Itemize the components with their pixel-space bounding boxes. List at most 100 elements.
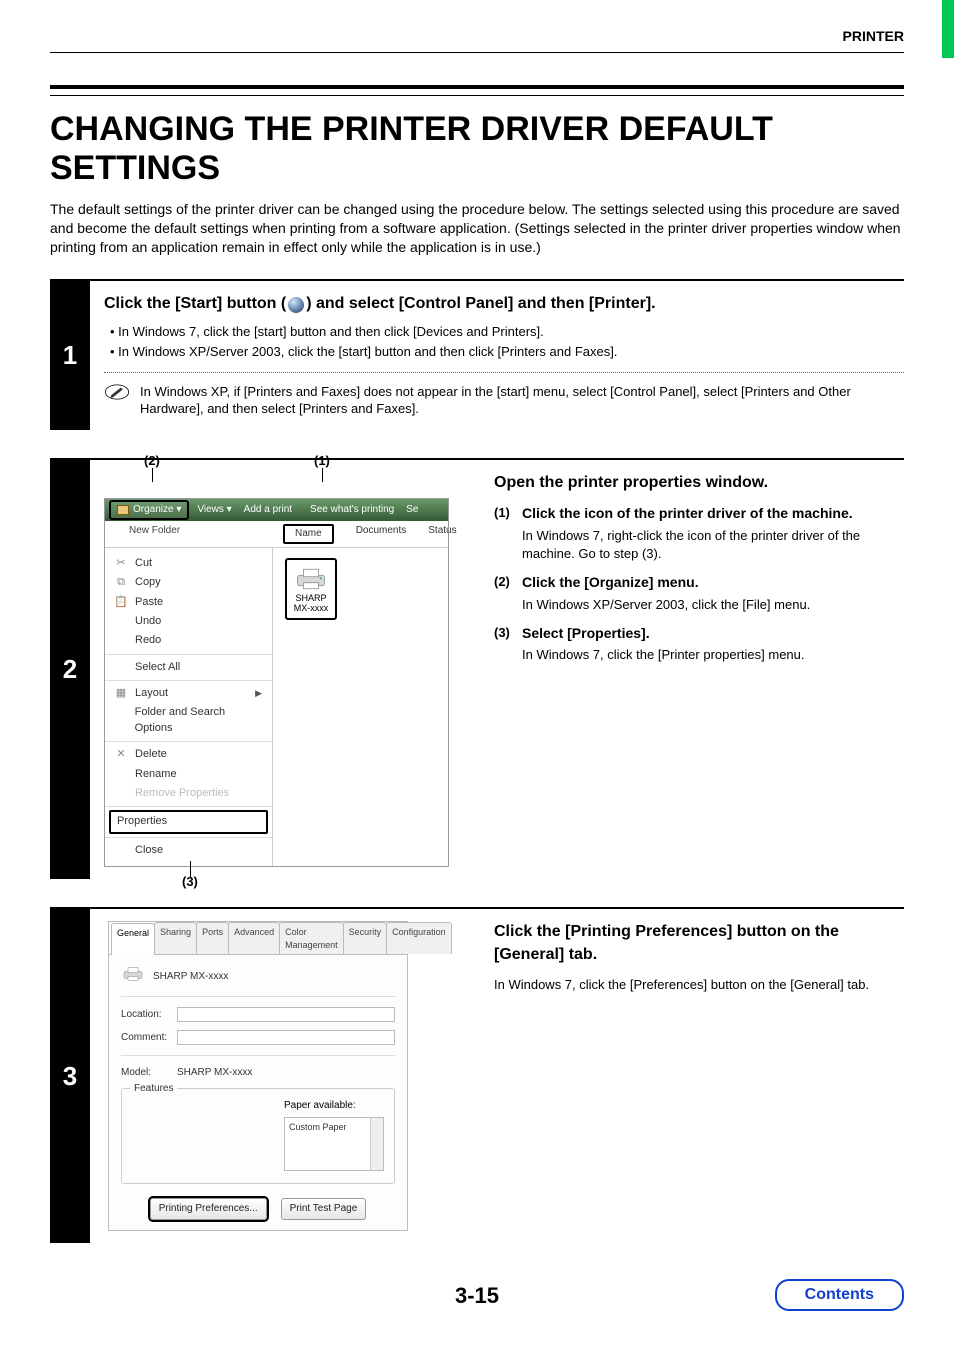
menu-close[interactable]: Close (105, 841, 272, 860)
menu-select-all[interactable]: Select All (105, 658, 272, 677)
substep-num: (2) (494, 573, 522, 614)
tab-row: General Sharing Ports Advanced Color Man… (109, 922, 407, 955)
step3-desc: In Windows 7, click the [Preferences] bu… (494, 976, 904, 994)
menu-layout[interactable]: ▦Layout▶ (105, 684, 272, 703)
tab-color-management[interactable]: Color Management (279, 922, 344, 954)
page-edge-accent (942, 0, 954, 58)
menu-label: Undo (135, 614, 161, 629)
substep-num: (1) (494, 504, 522, 563)
menu-label: Paste (135, 595, 163, 610)
menu-label: Copy (135, 575, 161, 590)
tab-sharing[interactable]: Sharing (154, 922, 197, 954)
step-number: 1 (50, 281, 90, 430)
chevron-right-icon: ▶ (255, 687, 262, 700)
callout-3: (3) (182, 873, 198, 891)
menu-separator (105, 837, 272, 838)
menu-label: Redo (135, 633, 161, 648)
menu-undo[interactable]: Undo (105, 612, 272, 631)
views-button[interactable]: Views ▾ (191, 503, 237, 517)
menu-label: Select All (135, 660, 180, 675)
substep-head: Click the icon of the printer driver of … (522, 504, 904, 524)
menu-separator (105, 680, 272, 681)
column-documents[interactable]: Documents (356, 524, 407, 544)
printer-driver-icon[interactable]: SHARP MX-xxxx (285, 558, 337, 620)
menu-paste[interactable]: 📋 Paste (105, 593, 272, 612)
printing-preferences-button[interactable]: Printing Preferences... (150, 1198, 267, 1220)
menu-delete[interactable]: ✕ Delete (105, 745, 272, 764)
tab-ports[interactable]: Ports (196, 922, 229, 954)
menu-label: Delete (135, 747, 167, 762)
substep: (3) Select [Properties]. In Windows 7, c… (494, 624, 904, 665)
comment-input[interactable] (177, 1030, 395, 1045)
tab-general[interactable]: General (111, 923, 155, 955)
menu-properties[interactable]: Properties (109, 810, 268, 833)
tab-advanced[interactable]: Advanced (228, 922, 280, 954)
paste-icon: 📋 (115, 595, 127, 610)
step-1-title: Click the [Start] button () and select [… (104, 293, 904, 315)
layout-icon: ▦ (115, 686, 127, 701)
menu-label: Cut (135, 556, 152, 571)
menu-label: Close (135, 843, 163, 858)
copy-icon: ⧉ (115, 575, 127, 590)
print-test-page-button[interactable]: Print Test Page (281, 1198, 367, 1220)
start-button-icon (288, 297, 304, 313)
menu-rename[interactable]: Rename (105, 765, 272, 784)
column-name[interactable]: Name (283, 524, 334, 544)
printer-name-field: SHARP MX-xxxx (153, 970, 228, 984)
scrollbar[interactable] (370, 1118, 383, 1170)
intro-paragraph: The default settings of the printer driv… (50, 200, 904, 257)
paper-listbox[interactable]: Custom Paper (284, 1117, 384, 1171)
location-input[interactable] (177, 1007, 395, 1022)
menu-redo[interactable]: Redo (105, 631, 272, 650)
menu-separator (105, 806, 272, 807)
substep: (1) Click the icon of the printer driver… (494, 504, 904, 563)
header-rule (50, 52, 904, 53)
menu-folder-options[interactable]: Folder and Search Options (105, 703, 272, 738)
features-legend: Features (130, 1082, 177, 1096)
see-printing-button[interactable]: See what's printing (304, 503, 400, 517)
title-rule-heavy (50, 85, 904, 89)
add-printer-button[interactable]: Add a print (238, 503, 298, 517)
contents-link-button[interactable]: Contents (775, 1279, 904, 1311)
note-pencil-icon (104, 383, 130, 401)
tab-security[interactable]: Security (343, 922, 388, 954)
printer-name-line2: MX-xxxx (293, 604, 329, 614)
page-title: CHANGING THE PRINTER DRIVER DEFAULT SETT… (50, 110, 904, 188)
substep-head: Select [Properties]. (522, 624, 805, 644)
step1-bullet: • In Windows 7, click the [start] button… (110, 323, 904, 341)
callout-line (322, 468, 323, 482)
header: PRINTER (50, 28, 904, 53)
menu-label: Properties (117, 814, 167, 829)
label-comment: Comment: (121, 1031, 169, 1045)
substep-desc: In Windows XP/Server 2003, click the [Fi… (522, 596, 810, 614)
divider (121, 996, 395, 997)
toolbar-overflow[interactable]: Se (400, 503, 424, 517)
new-folder-label: New Folder (129, 524, 180, 538)
substep: (2) Click the [Organize] menu. In Window… (494, 573, 904, 614)
menu-copy[interactable]: ⧉ Copy (105, 573, 272, 592)
printer-properties-window: General Sharing Ports Advanced Color Man… (108, 921, 408, 1231)
menu-label: Remove Properties (135, 786, 229, 801)
menu-separator (105, 741, 272, 742)
column-status[interactable]: Status (428, 524, 456, 544)
listbox-item: Custom Paper (289, 1122, 347, 1132)
section-label: PRINTER (843, 28, 904, 44)
menu-cut[interactable]: ✂ Cut (105, 554, 272, 573)
step-number: 3 (50, 909, 90, 1243)
delete-icon: ✕ (115, 747, 127, 762)
substep-desc: In Windows 7, right-click the icon of th… (522, 527, 904, 563)
substep-desc: In Windows 7, click the [Printer propert… (522, 646, 805, 664)
column-headers: New Folder Name Documents Status (105, 521, 448, 548)
scissors-icon: ✂ (115, 556, 127, 571)
model-value: SHARP MX-xxxx (177, 1066, 252, 1080)
dotted-separator (104, 372, 904, 373)
label-location: Location: (121, 1008, 169, 1022)
menu-label: Rename (135, 767, 177, 782)
step3-title: Click the [Printing Preferences] button … (494, 921, 904, 966)
divider (121, 1055, 395, 1056)
step-2: 2 (2) (1) Organize ▾ Views ▾ Add a print… (50, 458, 904, 879)
organize-menu-button[interactable]: Organize ▾ (109, 500, 189, 520)
tab-configuration[interactable]: Configuration (386, 922, 452, 954)
step1-title-pre: Click the [Start] button ( (104, 295, 286, 312)
printer-icon (293, 566, 329, 592)
